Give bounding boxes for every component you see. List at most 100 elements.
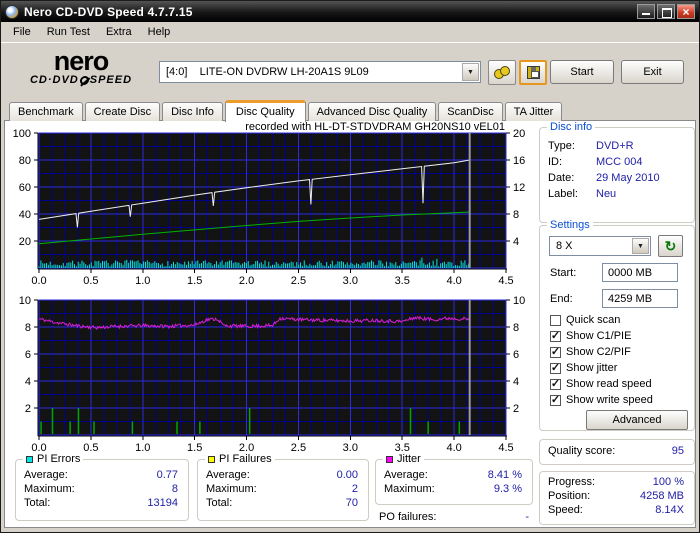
- jitter-title: Jitter: [397, 453, 421, 465]
- svg-text:4.5: 4.5: [498, 442, 513, 454]
- tab-advanced-disc-quality[interactable]: Advanced Disc Quality: [307, 102, 437, 121]
- checkbox-quick-scan[interactable]: Quick scan: [550, 314, 620, 326]
- svg-text:4.0: 4.0: [446, 442, 461, 454]
- stat-row: Average: 0.00: [206, 469, 358, 481]
- pi-failures-title: PI Failures: [219, 453, 272, 465]
- svg-text:1.0: 1.0: [135, 442, 150, 454]
- svg-text:1.5: 1.5: [187, 442, 202, 454]
- title-bar: Nero CD-DVD Speed 4.7.7.15 ×: [1, 1, 699, 22]
- svg-text:6: 6: [25, 349, 31, 361]
- svg-text:20: 20: [19, 236, 31, 248]
- window-controls: ×: [637, 4, 695, 19]
- svg-text:3.0: 3.0: [343, 275, 358, 287]
- discs-icon: [494, 65, 510, 80]
- svg-text:60: 60: [19, 182, 31, 194]
- svg-text:4: 4: [513, 376, 519, 388]
- svg-text:2.0: 2.0: [239, 275, 254, 287]
- svg-text:2: 2: [25, 403, 31, 415]
- disc-info-title: Disc info: [547, 121, 596, 133]
- drive-selector[interactable]: [4:0] LITE-ON DVDRW LH-20A1S 9L09 ▼: [159, 61, 481, 83]
- progress-row: Progress: 100 %: [548, 476, 684, 488]
- svg-text:16: 16: [513, 155, 525, 167]
- pi-errors-swatch-icon: [26, 455, 33, 463]
- tab-disc-quality[interactable]: Disc Quality: [224, 100, 306, 122]
- svg-text:1.5: 1.5: [187, 275, 202, 287]
- checkbox-box[interactable]: ✓: [550, 394, 561, 406]
- refresh-button[interactable]: ↻: [658, 235, 683, 257]
- jitter-pif-chart: 2468102468100.0 0.5 1.0 1.5 2.0 2.5 3.0 3.5 4.0 4…: [19, 295, 526, 454]
- maximize-button[interactable]: [657, 4, 675, 19]
- checkbox-show-write-speed[interactable]: ✓ Show write speed: [550, 394, 653, 406]
- drive-selector-value: [4:0] LITE-ON DVDRW LH-20A1S 9L09: [166, 66, 369, 78]
- svg-text:10: 10: [513, 295, 525, 307]
- save-icon: [526, 66, 540, 79]
- checkbox-show-c2-pif[interactable]: ✓ Show C2/PIF: [550, 346, 631, 358]
- tab-bar: Benchmark Create Disc Disc Info Disc Qua…: [1, 98, 699, 122]
- svg-text:8: 8: [513, 209, 519, 221]
- save-button[interactable]: [519, 60, 547, 85]
- chevron-down-icon[interactable]: ▼: [632, 238, 649, 254]
- menu-run-test[interactable]: Run Test: [39, 24, 98, 40]
- checkbox-box[interactable]: ✓: [550, 346, 561, 358]
- checkbox-box[interactable]: ✓: [550, 378, 561, 390]
- progress-panel: Progress: 100 % Position: 4258 MB Speed: 8.…: [539, 471, 695, 525]
- stat-row: Average: 0.77: [24, 469, 178, 481]
- stat-row: Total: 70: [206, 497, 358, 509]
- svg-text:20: 20: [513, 128, 525, 140]
- chevron-down-icon[interactable]: ▼: [462, 63, 479, 81]
- tab-disc-info[interactable]: Disc Info: [162, 102, 223, 121]
- checkbox-show-jitter[interactable]: ✓ Show jitter: [550, 362, 617, 374]
- tab-ta-jitter[interactable]: TA Jitter: [504, 102, 563, 121]
- svg-text:80: 80: [19, 155, 31, 167]
- quality-scan-chart: 20 40 60 80 100 4 8 12 16 20 0.0 0.5 1.0 1.5 2.0 2.5 3.0…: [13, 128, 526, 287]
- svg-text:0.5: 0.5: [83, 275, 98, 287]
- tab-create-disc[interactable]: Create Disc: [84, 102, 161, 121]
- tab-benchmark[interactable]: Benchmark: [9, 102, 83, 121]
- svg-text:3.5: 3.5: [395, 275, 410, 287]
- start-field[interactable]: [602, 263, 678, 282]
- checkbox-box[interactable]: [550, 314, 561, 326]
- svg-text:10: 10: [19, 295, 31, 307]
- svg-text:1.0: 1.0: [135, 275, 150, 287]
- position-row: Position: 4258 MB: [548, 490, 684, 502]
- toolbar: nero CD·DVD SPEED [4:0] LITE-ON DVDRW LH…: [1, 42, 699, 98]
- stat-row: Maximum: 8: [24, 483, 178, 495]
- menu-help[interactable]: Help: [140, 24, 179, 40]
- minimize-button[interactable]: [637, 4, 655, 19]
- discs-button[interactable]: [488, 60, 516, 85]
- pi-failures-panel: PI Failures Average: 0.00 Maximum: 2 Total…: [197, 453, 369, 521]
- menu-file[interactable]: File: [5, 24, 39, 40]
- pi-errors-title: PI Errors: [37, 453, 81, 465]
- svg-text:2.5: 2.5: [291, 442, 306, 454]
- checkbox-box[interactable]: ✓: [550, 330, 561, 342]
- quality-score-panel: Quality score: 95: [539, 439, 695, 465]
- speed-selector[interactable]: 8 X ▼: [549, 236, 651, 256]
- svg-text:0.0: 0.0: [31, 275, 46, 287]
- svg-text:2.5: 2.5: [291, 275, 306, 287]
- nero-logo-text: nero: [53, 46, 110, 76]
- checkbox-show-read-speed[interactable]: ✓ Show read speed: [550, 378, 652, 390]
- stat-row: Average: 8.41 %: [384, 469, 522, 481]
- settings-panel: Settings 8 X ▼ ↻ Start: End: Quick scan …: [539, 219, 695, 431]
- nero-logo: nero CD·DVD SPEED: [15, 48, 147, 86]
- tab-scandisc[interactable]: ScanDisc: [438, 102, 503, 121]
- disc-date-row: Date: 29 May 2010: [548, 172, 660, 184]
- menu-bar: File Run Test Extra Help: [1, 22, 699, 42]
- svg-text:8: 8: [25, 322, 31, 334]
- chart-title: recorded with HL-DT-STDVDRAM GH20NS10 vE…: [245, 121, 505, 133]
- close-button[interactable]: ×: [677, 4, 695, 19]
- start-field-label: Start:: [550, 267, 577, 279]
- start-button[interactable]: Start: [550, 60, 614, 84]
- advanced-button[interactable]: Advanced: [586, 410, 688, 430]
- svg-text:6: 6: [513, 349, 519, 361]
- menu-extra[interactable]: Extra: [98, 24, 140, 40]
- checkbox-show-c1-pie[interactable]: ✓ Show C1/PIE: [550, 330, 631, 342]
- exit-button[interactable]: Exit: [621, 60, 684, 84]
- end-field[interactable]: [602, 289, 678, 308]
- stat-row: Maximum: 2: [206, 483, 358, 495]
- disc-glyph-icon: [79, 76, 90, 85]
- svg-text:3.0: 3.0: [343, 442, 358, 454]
- checkbox-box[interactable]: ✓: [550, 362, 561, 374]
- logo-cd-dvd-text: CD·DVD: [29, 74, 79, 86]
- disc-type-row: Type: DVD+R: [548, 140, 634, 152]
